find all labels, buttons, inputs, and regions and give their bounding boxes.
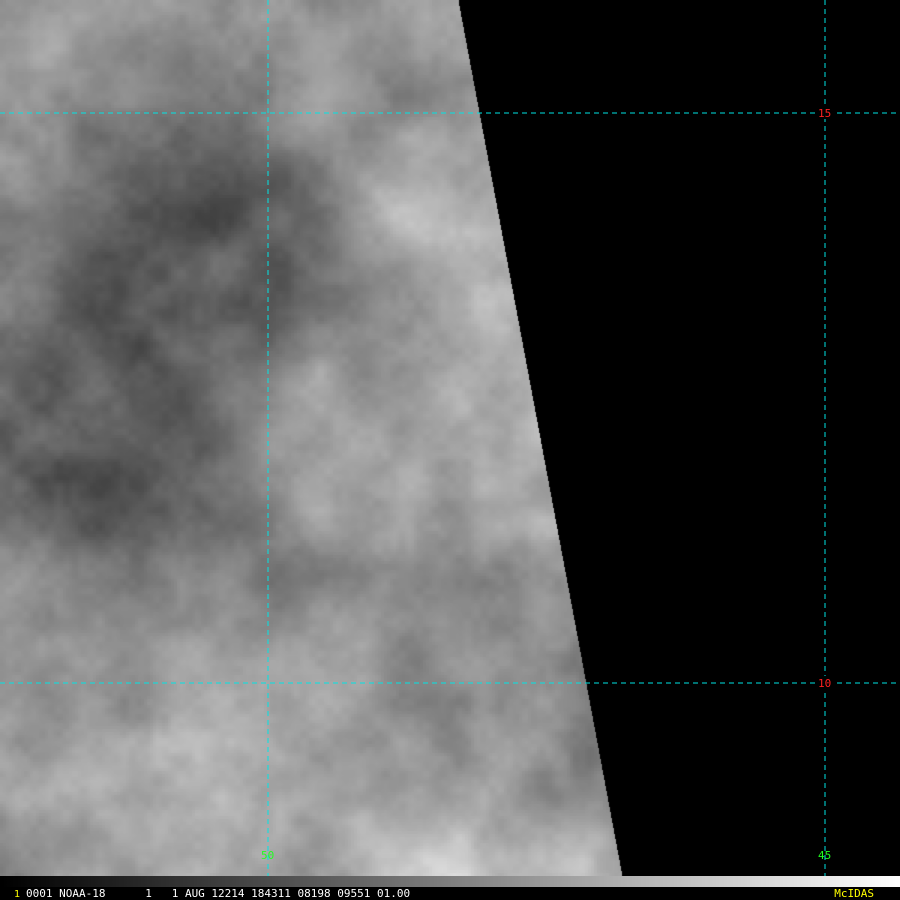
software-label: McIDAS [834, 887, 874, 900]
satellite-image-viewport: 15 10 50 45 1 0001 NOAA-18 1 1 AUG 12214… [0, 0, 900, 900]
gray-scale-bar [0, 876, 900, 887]
frame-number: 1 [14, 889, 21, 900]
status-bar: 1 0001 NOAA-18 1 1 AUG 12214 184311 0819… [0, 887, 900, 900]
satellite-imagery [0, 0, 900, 876]
image-info-text: 0001 NOAA-18 1 1 AUG 12214 184311 08198 … [26, 887, 411, 900]
